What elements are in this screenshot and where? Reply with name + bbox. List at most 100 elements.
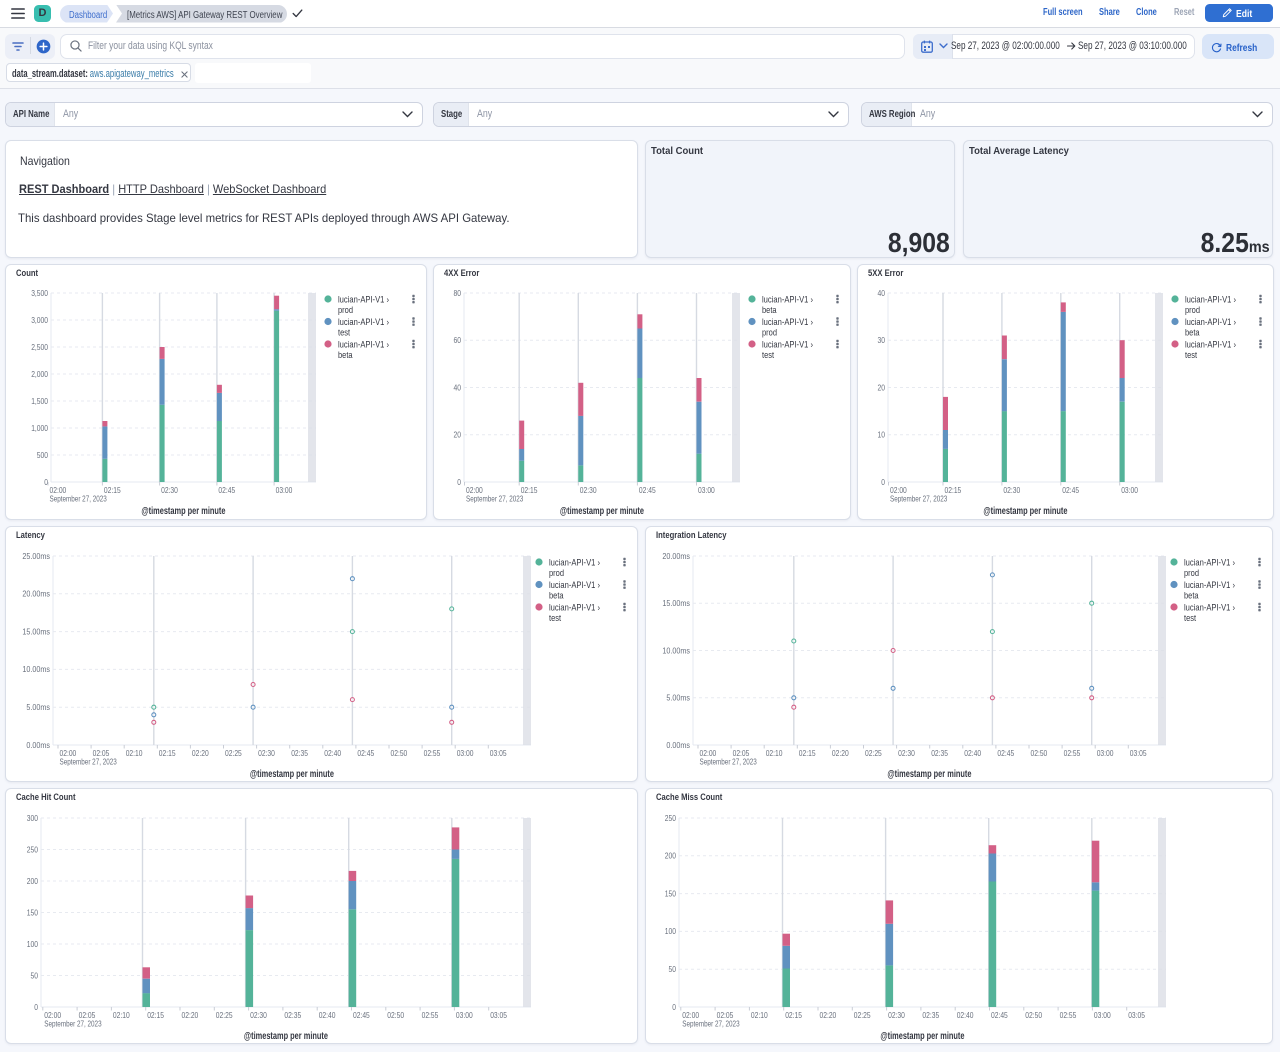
svg-text:02:40: 02:40	[964, 749, 981, 758]
svg-text:80: 80	[454, 289, 462, 298]
svg-text:02:10: 02:10	[751, 1011, 768, 1020]
svg-text:lucian-API-V1 ›: lucian-API-V1 ›	[762, 339, 813, 350]
svg-text:02:35: 02:35	[291, 749, 308, 758]
svg-text:test: test	[1184, 613, 1196, 624]
svg-text:02:50: 02:50	[391, 749, 408, 758]
svg-text:10.00ms: 10.00ms	[662, 646, 690, 655]
svg-text:02:40: 02:40	[957, 1011, 974, 1020]
svg-text:@timestamp per minute: @timestamp per minute	[560, 506, 644, 517]
svg-text:02:35: 02:35	[931, 749, 948, 758]
svg-text:5.00ms: 5.00ms	[666, 694, 690, 703]
svg-text:03:00: 03:00	[1121, 486, 1138, 495]
svg-text:200: 200	[27, 877, 39, 886]
svg-text:03:00: 03:00	[457, 749, 474, 758]
svg-text:03:00: 03:00	[1097, 749, 1114, 758]
svg-text:02:25: 02:25	[216, 1011, 233, 1020]
svg-text:September 27, 2023: September 27, 2023	[50, 495, 108, 504]
svg-text:September 27, 2023: September 27, 2023	[682, 1020, 740, 1029]
svg-text:test: test	[762, 350, 774, 361]
svg-text:25.00ms: 25.00ms	[22, 552, 50, 561]
svg-text:02:15: 02:15	[147, 1011, 164, 1020]
svg-text:02:35: 02:35	[922, 1011, 939, 1020]
svg-text:250: 250	[27, 845, 39, 854]
svg-text:@timestamp per minute: @timestamp per minute	[141, 506, 225, 517]
svg-text:250: 250	[665, 814, 677, 823]
svg-text:02:20: 02:20	[192, 749, 209, 758]
svg-text:@timestamp per minute: @timestamp per minute	[880, 1031, 964, 1042]
svg-text:0: 0	[881, 478, 885, 487]
svg-text:20.00ms: 20.00ms	[22, 590, 50, 599]
svg-text:02:55: 02:55	[1060, 1011, 1077, 1020]
svg-text:03:05: 03:05	[1128, 1011, 1145, 1020]
svg-text:02:30: 02:30	[580, 486, 597, 495]
svg-text:lucian-API-V1 ›: lucian-API-V1 ›	[338, 317, 389, 328]
svg-text:02:45: 02:45	[991, 1011, 1008, 1020]
svg-text:500: 500	[37, 451, 49, 460]
svg-text:0.00ms: 0.00ms	[26, 741, 50, 750]
svg-text:03:00: 03:00	[1094, 1011, 1111, 1020]
svg-text:test: test	[338, 328, 350, 339]
svg-text:02:45: 02:45	[353, 1011, 370, 1020]
svg-text:02:50: 02:50	[387, 1011, 404, 1020]
svg-text:lucian-API-V1 ›: lucian-API-V1 ›	[549, 602, 600, 613]
svg-text:20.00ms: 20.00ms	[662, 552, 690, 561]
svg-text:02:10: 02:10	[766, 749, 783, 758]
svg-text:beta: beta	[1184, 591, 1199, 602]
svg-text:02:30: 02:30	[250, 1011, 267, 1020]
svg-text:60: 60	[454, 336, 462, 345]
svg-text:02:55: 02:55	[422, 1011, 439, 1020]
svg-text:prod: prod	[1184, 568, 1199, 579]
svg-text:50: 50	[669, 965, 677, 974]
svg-text:September 27, 2023: September 27, 2023	[700, 758, 758, 767]
svg-text:10: 10	[878, 431, 886, 440]
svg-text:40: 40	[454, 383, 462, 392]
svg-text:test: test	[549, 613, 561, 624]
svg-text:0.00ms: 0.00ms	[666, 741, 690, 750]
svg-text:lucian-API-V1 ›: lucian-API-V1 ›	[1185, 339, 1236, 350]
svg-text:lucian-API-V1 ›: lucian-API-V1 ›	[549, 580, 600, 591]
svg-text:lucian-API-V1 ›: lucian-API-V1 ›	[338, 294, 389, 305]
svg-text:02:15: 02:15	[159, 749, 176, 758]
svg-text:02:45: 02:45	[639, 486, 656, 495]
svg-text:03:00: 03:00	[698, 486, 715, 495]
svg-text:2,000: 2,000	[31, 370, 48, 379]
svg-text:15.00ms: 15.00ms	[22, 627, 50, 636]
svg-text:02:25: 02:25	[854, 1011, 871, 1020]
svg-text:beta: beta	[1185, 328, 1200, 339]
svg-text:lucian-API-V1 ›: lucian-API-V1 ›	[1184, 580, 1235, 591]
svg-text:3,500: 3,500	[31, 289, 48, 298]
svg-text:0: 0	[672, 1003, 676, 1012]
svg-text:lucian-API-V1 ›: lucian-API-V1 ›	[762, 294, 813, 305]
svg-text:02:20: 02:20	[820, 1011, 837, 1020]
svg-text:prod: prod	[338, 305, 353, 316]
svg-text:1,000: 1,000	[31, 424, 48, 433]
svg-text:lucian-API-V1 ›: lucian-API-V1 ›	[1184, 557, 1235, 568]
svg-text:02:25: 02:25	[865, 749, 882, 758]
svg-text:15.00ms: 15.00ms	[662, 599, 690, 608]
svg-text:02:40: 02:40	[324, 749, 341, 758]
svg-text:@timestamp per minute: @timestamp per minute	[250, 769, 334, 780]
svg-text:02:10: 02:10	[126, 749, 143, 758]
svg-text:@timestamp per minute: @timestamp per minute	[887, 769, 971, 780]
svg-text:02:20: 02:20	[182, 1011, 199, 1020]
svg-text:September 27, 2023: September 27, 2023	[60, 758, 118, 767]
svg-text:03:00: 03:00	[456, 1011, 473, 1020]
svg-text:5.00ms: 5.00ms	[26, 703, 50, 712]
svg-text:02:20: 02:20	[832, 749, 849, 758]
svg-text:lucian-API-V1 ›: lucian-API-V1 ›	[1184, 602, 1235, 613]
svg-text:lucian-API-V1 ›: lucian-API-V1 ›	[549, 557, 600, 568]
svg-text:150: 150	[27, 908, 39, 917]
svg-text:50: 50	[31, 971, 39, 980]
svg-text:02:55: 02:55	[1064, 749, 1081, 758]
svg-text:lucian-API-V1 ›: lucian-API-V1 ›	[762, 317, 813, 328]
svg-text:02:40: 02:40	[319, 1011, 336, 1020]
svg-text:3,000: 3,000	[31, 316, 48, 325]
svg-text:lucian-API-V1 ›: lucian-API-V1 ›	[1185, 317, 1236, 328]
svg-text:beta: beta	[549, 591, 564, 602]
svg-text:02:55: 02:55	[424, 749, 441, 758]
svg-text:100: 100	[665, 927, 677, 936]
svg-text:02:30: 02:30	[1003, 486, 1020, 495]
svg-text:1,500: 1,500	[31, 397, 48, 406]
svg-text:02:30: 02:30	[258, 749, 275, 758]
svg-text:02:45: 02:45	[357, 749, 374, 758]
